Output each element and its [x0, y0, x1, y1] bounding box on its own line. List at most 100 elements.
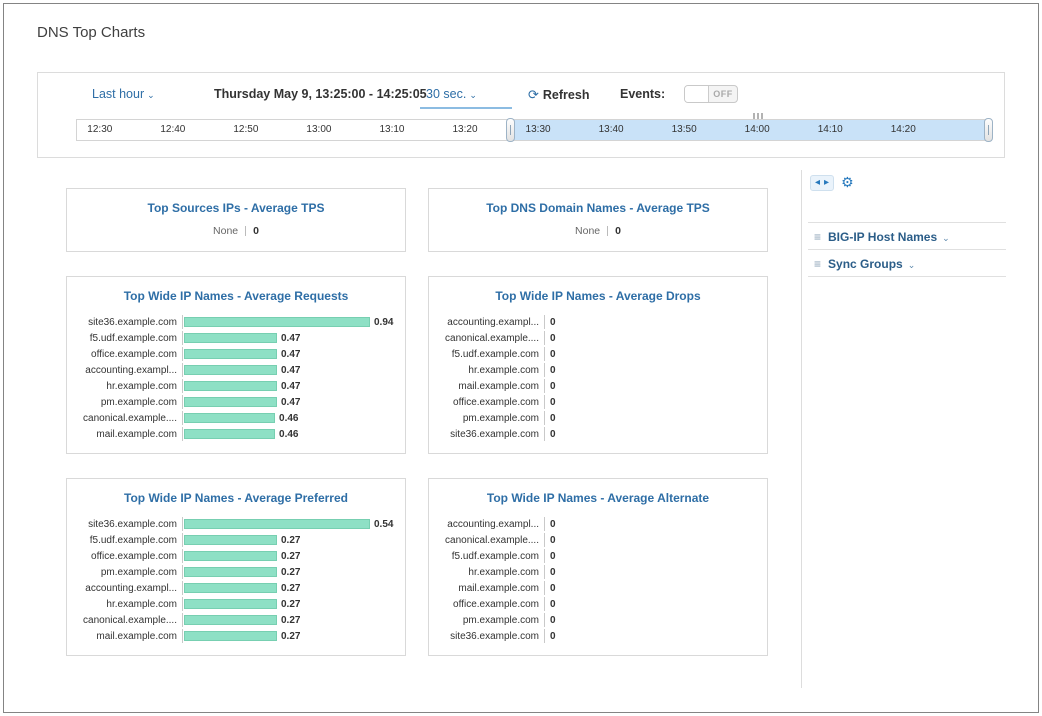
- chart-row-label: site36.example.com: [77, 317, 182, 328]
- timeline-tick-label: 13:40: [599, 120, 624, 140]
- sidebar-panel-header[interactable]: ≡Sync Groups⌄: [808, 250, 1006, 277]
- chart-row-label: accounting.exampl...: [77, 583, 182, 594]
- chart-row-label: site36.example.com: [439, 631, 544, 642]
- bar-value: 0.46: [279, 429, 298, 440]
- chart-bar-area: 0: [544, 581, 556, 595]
- hamburger-icon: ≡: [814, 257, 821, 271]
- bar: [184, 365, 277, 375]
- bar-track: [184, 599, 277, 609]
- time-range-dropdown[interactable]: Last hour⌄: [92, 87, 155, 101]
- refresh-label: Refresh: [543, 88, 590, 102]
- toggle-knob: [685, 86, 709, 102]
- bar: [184, 583, 277, 593]
- bar-value: 0: [550, 535, 556, 546]
- chart-row: mail.example.com0: [439, 379, 757, 393]
- bar: [184, 615, 277, 625]
- bar: [184, 413, 275, 423]
- gear-icon[interactable]: ⚙: [841, 174, 854, 191]
- timeline-tick-label: 13:50: [672, 120, 697, 140]
- bar-value: 0.47: [281, 365, 300, 376]
- chart-bar-area: 0.46: [182, 427, 298, 441]
- refresh-button[interactable]: ⟳ Refresh: [528, 87, 589, 103]
- bar-value: 0: [550, 365, 556, 376]
- chart-row-label: pm.example.com: [439, 615, 544, 626]
- bar-value: 0: [550, 429, 556, 440]
- chart-bar-area: 0.27: [182, 549, 300, 563]
- bar: [184, 349, 277, 359]
- bar-track: [184, 615, 277, 625]
- timeline[interactable]: 12:3012:4012:5013:0013:1013:2013:3013:40…: [76, 119, 991, 141]
- sidebar-panel-label: Sync Groups: [828, 257, 903, 271]
- bar: [184, 599, 277, 609]
- chart-row-label: accounting.exampl...: [77, 365, 182, 376]
- chart-row-label: f5.udf.example.com: [77, 535, 182, 546]
- selection-left-handle[interactable]: [506, 118, 515, 142]
- interval-dropdown[interactable]: 30 sec.⌄: [426, 87, 477, 101]
- refresh-icon: ⟳: [528, 87, 539, 102]
- chart-row: f5.udf.example.com0: [439, 549, 757, 563]
- chart-title: Top Wide IP Names - Average Drops: [439, 285, 757, 313]
- timeline-tick-label: 13:10: [379, 120, 404, 140]
- bar: [184, 317, 370, 327]
- bar-track: [184, 333, 277, 343]
- arrow-right-icon: ▸: [824, 177, 829, 189]
- chart-row: canonical.example....0.27: [77, 613, 395, 627]
- chart-row: canonical.example....0.46: [77, 411, 395, 425]
- chart-bar-area: 0: [544, 395, 556, 409]
- chart-row: accounting.exampl...0: [439, 315, 757, 329]
- chart-row: pm.example.com0: [439, 411, 757, 425]
- chart-row-label: hr.example.com: [439, 365, 544, 376]
- bar-track: [184, 317, 370, 327]
- dns-top-charts-window: DNS Top Charts Last hour⌄ Thursday May 9…: [3, 3, 1039, 713]
- chart-row-label: mail.example.com: [77, 429, 182, 440]
- chart-bar-area: 0: [544, 613, 556, 627]
- chart-bar-area: 0.27: [182, 613, 300, 627]
- chart-row-label: office.example.com: [77, 349, 182, 360]
- chart-row-label: mail.example.com: [439, 381, 544, 392]
- charts-grid: Top Sources IPs - Average TPSNone0Top DN…: [66, 188, 768, 656]
- chart-row-label: f5.udf.example.com: [439, 349, 544, 360]
- bar-track: [184, 381, 277, 391]
- bar-value: 0.27: [281, 583, 300, 594]
- chart-row: site36.example.com0.94: [77, 315, 395, 329]
- bar-value: 0.27: [281, 631, 300, 642]
- caret-down-icon: ⌄: [942, 233, 950, 243]
- empty-label: None: [575, 225, 600, 237]
- time-range-value: Last hour: [92, 87, 144, 101]
- bar-track: [184, 583, 277, 593]
- chart-row: hr.example.com0: [439, 565, 757, 579]
- chart-row-label: site36.example.com: [439, 429, 544, 440]
- chart-row-label: accounting.exampl...: [439, 317, 544, 328]
- selection-right-handle[interactable]: [984, 118, 993, 142]
- time-period-label: Thursday May 9, 13:25:00 - 14:25:05: [214, 87, 427, 101]
- chart-panel: Top Wide IP Names - Average Alternateacc…: [428, 478, 768, 656]
- chart-row: mail.example.com0: [439, 581, 757, 595]
- chart-bar-area: 0.27: [182, 581, 300, 595]
- chart-bar-area: 0.27: [182, 533, 300, 547]
- chart-bar-area: 0: [544, 533, 556, 547]
- chart-title: Top Wide IP Names - Average Preferred: [77, 487, 395, 515]
- sidebar-panel-header[interactable]: ≡BIG-IP Host Names⌄: [808, 223, 1006, 250]
- chart-row: f5.udf.example.com0: [439, 347, 757, 361]
- bar-value: 0.47: [281, 381, 300, 392]
- bar-track: [184, 413, 275, 423]
- chart-bar-area: 0.27: [182, 565, 300, 579]
- events-toggle[interactable]: OFF: [684, 85, 738, 103]
- bar: [184, 535, 277, 545]
- bar: [184, 631, 277, 641]
- chart-row-label: office.example.com: [439, 397, 544, 408]
- empty-label: None: [213, 225, 238, 237]
- chart-title: Top Wide IP Names - Average Alternate: [439, 487, 757, 515]
- bar-value: 0.47: [281, 349, 300, 360]
- chart-title: Top DNS Domain Names - Average TPS: [439, 197, 757, 225]
- chart-row: hr.example.com0.27: [77, 597, 395, 611]
- chart-row-label: f5.udf.example.com: [439, 551, 544, 562]
- nav-arrows-button[interactable]: ◂ ▸: [810, 175, 834, 191]
- bar-value: 0: [550, 397, 556, 408]
- chart-row-label: office.example.com: [439, 599, 544, 610]
- chart-row: f5.udf.example.com0.47: [77, 331, 395, 345]
- time-controls-panel: Last hour⌄ Thursday May 9, 13:25:00 - 14…: [37, 72, 1005, 158]
- chart-bar-area: 0.46: [182, 411, 298, 425]
- bar-value: 0.54: [374, 519, 393, 530]
- chart-row: accounting.exampl... 0.27: [77, 581, 395, 595]
